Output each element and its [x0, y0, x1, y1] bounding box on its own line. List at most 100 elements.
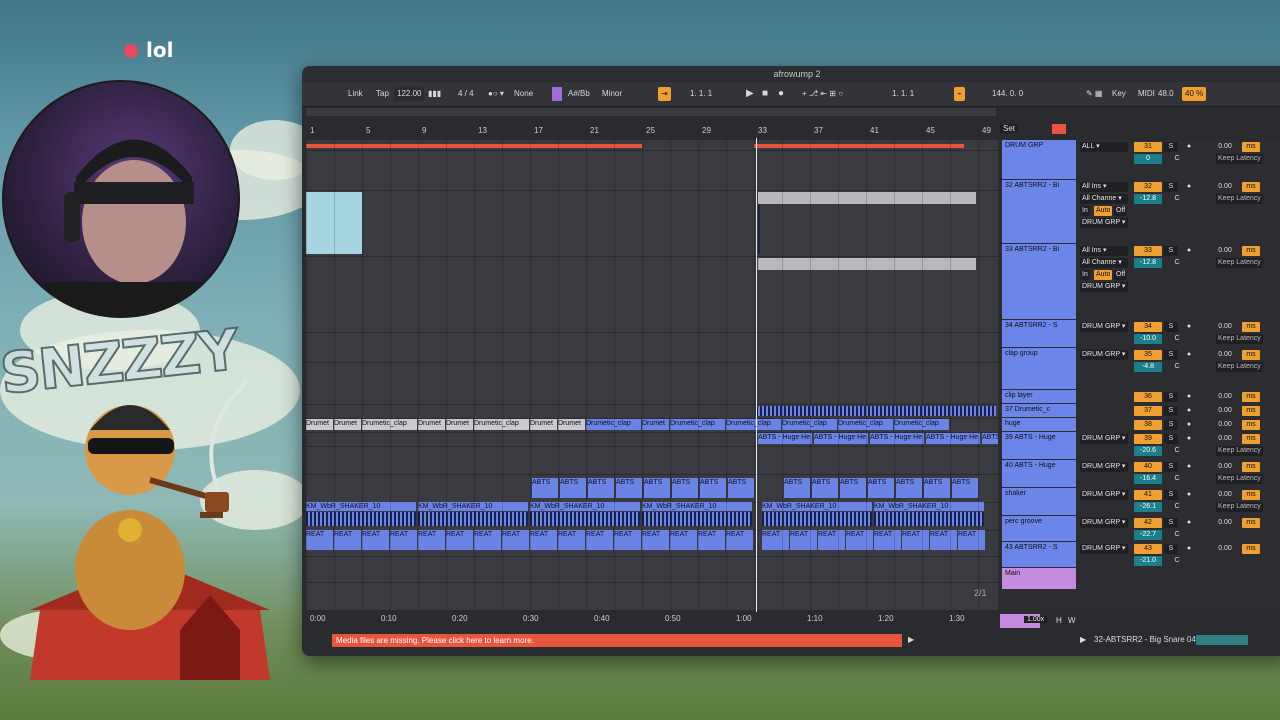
clip[interactable]: REAT: [362, 530, 389, 550]
clip[interactable]: REAT: [530, 530, 557, 550]
record-mode-icon[interactable]: ●○ ▾: [488, 87, 504, 101]
clip[interactable]: REAT: [334, 530, 361, 550]
clip[interactable]: ABTS: [728, 478, 754, 498]
keep-latency-toggle[interactable]: Keep Latency: [1216, 502, 1263, 512]
clip[interactable]: ABTS: [588, 478, 614, 498]
clip[interactable]: ABTS: [812, 478, 838, 498]
clip[interactable]: REAT: [614, 530, 641, 550]
record-arm-icon[interactable]: [1052, 124, 1066, 134]
tap-button[interactable]: Tap: [376, 87, 389, 101]
clip-waveform[interactable]: [418, 512, 528, 526]
solo-button[interactable]: S: [1164, 462, 1178, 472]
loop-start-field[interactable]: 1. 1. 1: [892, 87, 914, 101]
solo-button[interactable]: S: [1164, 544, 1178, 554]
clip-waveform[interactable]: [762, 512, 872, 526]
clip-waveform[interactable]: [756, 406, 996, 416]
channel-select[interactable]: All Channe ▾: [1080, 194, 1128, 204]
track-number[interactable]: 37: [1134, 406, 1162, 416]
playhead[interactable]: [756, 138, 757, 612]
solo-button[interactable]: S: [1164, 420, 1178, 430]
clip[interactable]: Drumet: [334, 419, 361, 430]
arm-icon[interactable]: ●: [1182, 182, 1196, 192]
clip[interactable]: Drumet: [642, 419, 669, 430]
beat-ruler[interactable]: 1 5 9 13 17 21 25 29 33 37 41 45 49: [306, 124, 996, 138]
track-number[interactable]: 32: [1134, 182, 1162, 192]
track-header[interactable]: 37 Drumetic_c: [1002, 404, 1076, 418]
clip-waveform[interactable]: [758, 204, 760, 254]
ms-button[interactable]: ms: [1242, 182, 1260, 192]
clip[interactable]: REAT: [930, 530, 957, 550]
delay-field[interactable]: 0.00: [1212, 392, 1238, 402]
input-select[interactable]: ALL ▾: [1080, 142, 1128, 152]
clip[interactable]: Drumet: [306, 419, 333, 430]
clip[interactable]: REAT: [306, 530, 333, 550]
volume-field[interactable]: -20.6: [1134, 446, 1162, 456]
output-select[interactable]: DRUM GRP ▾: [1080, 518, 1128, 528]
output-select[interactable]: DRUM GRP ▾: [1080, 350, 1128, 360]
track-header[interactable]: 40 ABTS - Huge: [1002, 460, 1076, 488]
solo-button[interactable]: S: [1164, 392, 1178, 402]
output-select[interactable]: DRUM GRP ▾: [1080, 218, 1128, 228]
track-number[interactable]: 43: [1134, 544, 1162, 554]
clip[interactable]: Drumet: [558, 419, 585, 430]
clip-waveform[interactable]: [530, 512, 640, 526]
tempo-field[interactable]: 122.00: [394, 87, 425, 101]
clip[interactable]: KM_WbR_SHAKER_10: [530, 502, 640, 511]
volume-field[interactable]: 0: [1134, 154, 1162, 164]
clip[interactable]: ABTS: [532, 478, 558, 498]
keep-latency-toggle[interactable]: Keep Latency: [1216, 334, 1263, 344]
track-number[interactable]: 36: [1134, 392, 1162, 402]
clip[interactable]: ABTS: [672, 478, 698, 498]
clip[interactable]: Drumet: [530, 419, 557, 430]
clip[interactable]: ABTS: [616, 478, 642, 498]
clip[interactable]: REAT: [958, 530, 985, 550]
ms-button[interactable]: ms: [1242, 462, 1260, 472]
arm-icon[interactable]: ●: [1182, 350, 1196, 360]
zoom-level[interactable]: 1.00x: [1024, 616, 1048, 623]
solo-button[interactable]: S: [1164, 246, 1178, 256]
keep-latency-toggle[interactable]: Keep Latency: [1216, 258, 1263, 268]
arrangement-position[interactable]: 1. 1. 1: [690, 87, 712, 101]
clip[interactable]: ABTS: [896, 478, 922, 498]
clip[interactable]: ABTS: [840, 478, 866, 498]
track-number[interactable]: 35: [1134, 350, 1162, 360]
solo-button[interactable]: S: [1164, 406, 1178, 416]
clip[interactable]: REAT: [390, 530, 417, 550]
delay-field[interactable]: 0.00: [1212, 544, 1238, 554]
volume-field[interactable]: -12.8: [1134, 194, 1162, 204]
clip[interactable]: Drumet: [418, 419, 445, 430]
track-header[interactable]: huge: [1002, 418, 1076, 432]
ms-button[interactable]: ms: [1242, 406, 1260, 416]
track-header[interactable]: 39 ABTS - Huge: [1002, 432, 1076, 460]
pan-center[interactable]: C: [1170, 194, 1184, 204]
delay-field[interactable]: 0.00: [1212, 462, 1238, 472]
solo-button[interactable]: S: [1164, 434, 1178, 444]
clip[interactable]: [758, 258, 976, 270]
track-number[interactable]: 33: [1134, 246, 1162, 256]
ms-button[interactable]: ms: [1242, 490, 1260, 500]
clip[interactable]: Drumet: [446, 419, 473, 430]
track-number[interactable]: 41: [1134, 490, 1162, 500]
main-track-header[interactable]: Main: [1002, 568, 1076, 590]
arm-icon[interactable]: ●: [1182, 406, 1196, 416]
arm-icon[interactable]: ●: [1182, 490, 1196, 500]
track-header[interactable]: clip layer: [1002, 390, 1076, 404]
scale-mode-icon[interactable]: [552, 87, 562, 101]
pan-center[interactable]: C: [1170, 258, 1184, 268]
clip[interactable]: REAT: [474, 530, 501, 550]
monitor-in-button[interactable]: In: [1080, 206, 1090, 216]
track-header[interactable]: perc groove: [1002, 516, 1076, 542]
play-icon[interactable]: ▶: [746, 87, 754, 101]
set-button[interactable]: Set: [1000, 124, 1019, 133]
solo-button[interactable]: S: [1164, 142, 1178, 152]
track-header[interactable]: 32 ABTSRR2 - Bi: [1002, 180, 1076, 244]
clip[interactable]: REAT: [586, 530, 613, 550]
solo-button[interactable]: S: [1164, 182, 1178, 192]
clip[interactable]: REAT: [558, 530, 585, 550]
clip[interactable]: REAT: [446, 530, 473, 550]
clip[interactable]: REAT: [642, 530, 669, 550]
ms-button[interactable]: ms: [1242, 420, 1260, 430]
delay-field[interactable]: 0.00: [1212, 490, 1238, 500]
arm-icon[interactable]: ●: [1182, 462, 1196, 472]
ms-button[interactable]: ms: [1242, 350, 1260, 360]
